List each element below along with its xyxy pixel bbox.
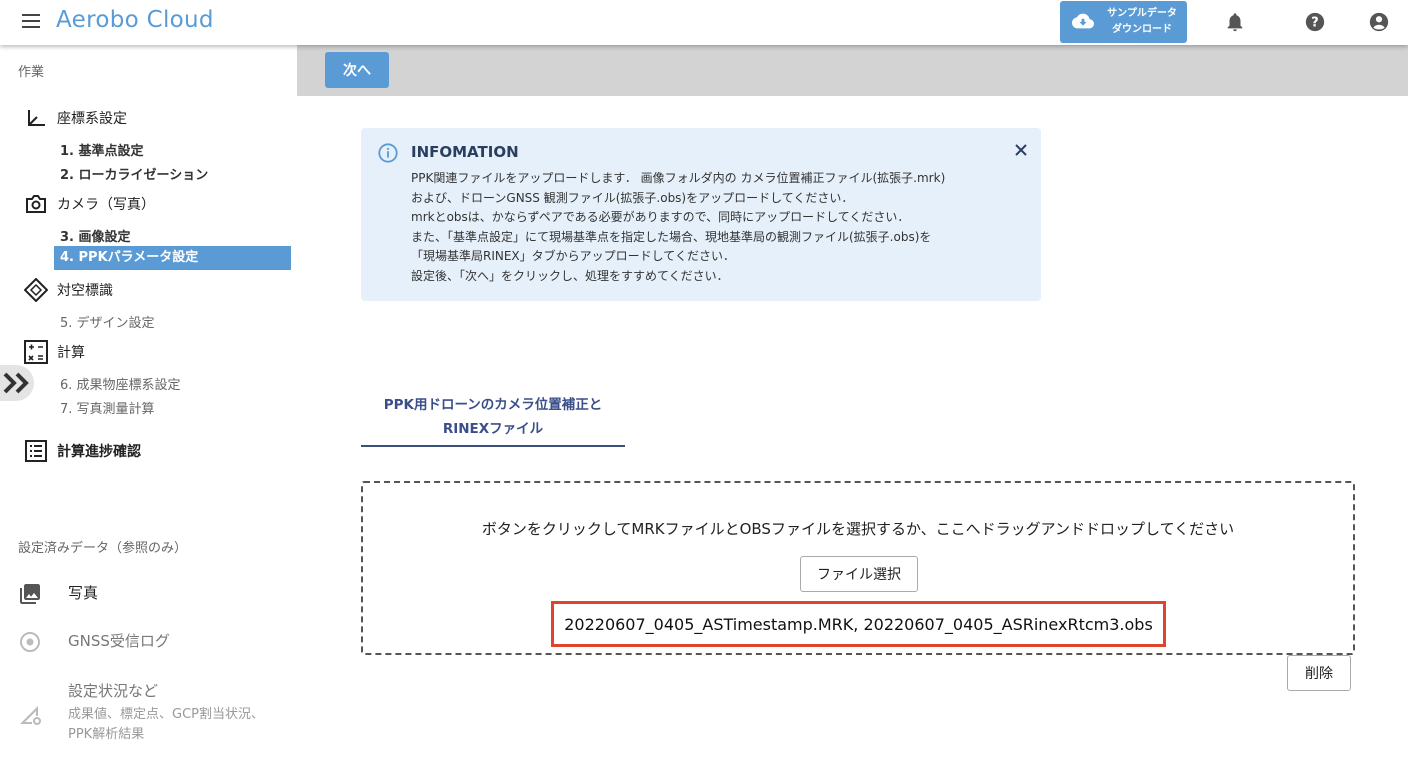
file-dropzone[interactable]: ボタンをクリックしてMRKファイルとOBSファイルを選択するか、ここへドラッグア…: [361, 481, 1355, 655]
list-check-icon: [24, 439, 48, 463]
info-title: INFOMATION: [411, 143, 519, 161]
sidebar-step-1[interactable]: 1. 基準点設定: [60, 140, 144, 159]
reference-item-gnss[interactable]: GNSS受信ログ: [18, 630, 170, 654]
axis-icon: [24, 106, 48, 130]
sidebar-group-label: カメラ（写真）: [57, 197, 155, 213]
sidebar-step-2[interactable]: 2. ローカライゼーション: [60, 164, 208, 183]
double-chevron-right-icon: [3, 372, 29, 394]
sidebar-group-coordinate[interactable]: 座標系設定: [24, 106, 127, 130]
reference-item-label: 写真: [68, 584, 99, 602]
help-icon[interactable]: ?: [1304, 11, 1326, 33]
menu-icon[interactable]: [22, 14, 42, 30]
settings-signal-icon: [20, 706, 41, 725]
photo-library-icon: [20, 584, 40, 604]
info-icon: [378, 143, 398, 163]
app-header: Aerobo Cloud サンプルデータ ダウンロード ?: [0, 0, 1408, 45]
delete-button[interactable]: 削除: [1287, 655, 1351, 691]
gnss-record-icon: [20, 632, 40, 652]
work-section-label: 作業: [18, 65, 45, 80]
sidebar: 作業 座標系設定 1. 基準点設定 2. ローカライゼーション カメラ（写真） …: [0, 45, 297, 765]
close-icon[interactable]: [1011, 140, 1031, 160]
next-button[interactable]: 次へ: [325, 52, 389, 88]
svg-text:?: ?: [1311, 16, 1318, 31]
reference-item-sub: 成果値、標定点、GCP割当状況、: [68, 707, 264, 722]
info-line: mrkとobsは、かならずペアである必要がありますので、同時にアップロードしてく…: [411, 210, 910, 225]
selected-file-names: 20220607_0405_ASTimestamp.MRK, 20220607_…: [551, 601, 1166, 647]
reference-item-photos[interactable]: 写真: [18, 582, 98, 606]
info-banner: INFOMATION PPK関連ファイルをアップロードします． 画像フォルダ内の…: [361, 128, 1041, 301]
sidebar-group-progress[interactable]: 計算進捗確認: [24, 439, 141, 463]
sidebar-group-camera[interactable]: カメラ（写真）: [24, 192, 155, 216]
sidebar-step-7[interactable]: 7. 写真測量計算: [60, 398, 155, 417]
tab-ppk-camera-rinex[interactable]: PPK用ドローンのカメラ位置補正と RINEXファイル: [361, 392, 625, 447]
info-line: 「現場基準局RINEX」タブからアップロードしてください．: [411, 249, 735, 264]
cloud-download-icon: [1072, 13, 1094, 29]
info-line: および、ドローンGNSS 観測ファイル(拡張子.obs)をアップロードしてくださ…: [411, 190, 854, 205]
reference-item-label: 設定状況など: [68, 682, 159, 700]
calculator-icon: [24, 340, 48, 364]
info-line: 設定後、「次へ」をクリックし、処理をすすめてください．: [411, 268, 729, 283]
brand-title[interactable]: Aerobo Cloud: [56, 7, 214, 33]
sidebar-group-label: 対空標識: [57, 283, 113, 299]
sidebar-step-5[interactable]: 5. デザイン設定: [60, 312, 155, 331]
reference-item-status[interactable]: 設定状況など 成果値、標定点、GCP割当状況、 PPK解析結果: [18, 680, 264, 745]
sidebar-group-label: 計算: [57, 345, 85, 361]
sidebar-group-label: 計算進捗確認: [57, 444, 141, 460]
info-text: PPK関連ファイルをアップロードします． 画像フォルダ内の カメラ位置補正ファイ…: [411, 169, 945, 287]
file-select-button[interactable]: ファイル選択: [800, 556, 918, 592]
sidebar-step-6[interactable]: 6. 成果物座標系設定: [60, 374, 181, 393]
sidebar-collapse-button[interactable]: [0, 365, 34, 401]
info-line: PPK関連ファイルをアップロードします． 画像フォルダ内の カメラ位置補正ファイ…: [411, 171, 946, 185]
info-line: また、「基準点設定」にて現場基準点を指定した場合、現地基準局の観測ファイル(拡張…: [411, 229, 932, 244]
camera-icon: [24, 192, 48, 216]
tab-label-line2: RINEXファイル: [442, 421, 544, 437]
action-toolbar: 次へ: [297, 45, 1408, 96]
sample-download-line1: サンプルデータ: [1107, 8, 1177, 19]
target-diamond-icon: [24, 278, 48, 302]
sidebar-group-gcp[interactable]: 対空標識: [24, 278, 113, 302]
reference-section-label: 設定済みデータ（参照のみ）: [18, 541, 188, 556]
reference-item-label: GNSS受信ログ: [68, 632, 170, 650]
dropzone-message: ボタンをクリックしてMRKファイルとOBSファイルを選択するか、ここへドラッグア…: [481, 520, 1235, 538]
sidebar-step-3[interactable]: 3. 画像設定: [60, 226, 131, 245]
reference-item-sub: PPK解析結果: [68, 727, 145, 742]
sidebar-step-4-active[interactable]: 4. PPKパラメータ設定: [54, 246, 291, 270]
sidebar-group-calc[interactable]: 計算: [24, 340, 85, 364]
sample-data-download-button[interactable]: サンプルデータ ダウンロード: [1060, 1, 1187, 43]
sample-download-line2: ダウンロード: [1112, 24, 1172, 35]
account-icon[interactable]: [1368, 11, 1390, 33]
bell-icon[interactable]: [1224, 11, 1246, 33]
sidebar-group-label: 座標系設定: [57, 111, 127, 127]
tab-label-line1: PPK用ドローンのカメラ位置補正と: [383, 397, 603, 413]
